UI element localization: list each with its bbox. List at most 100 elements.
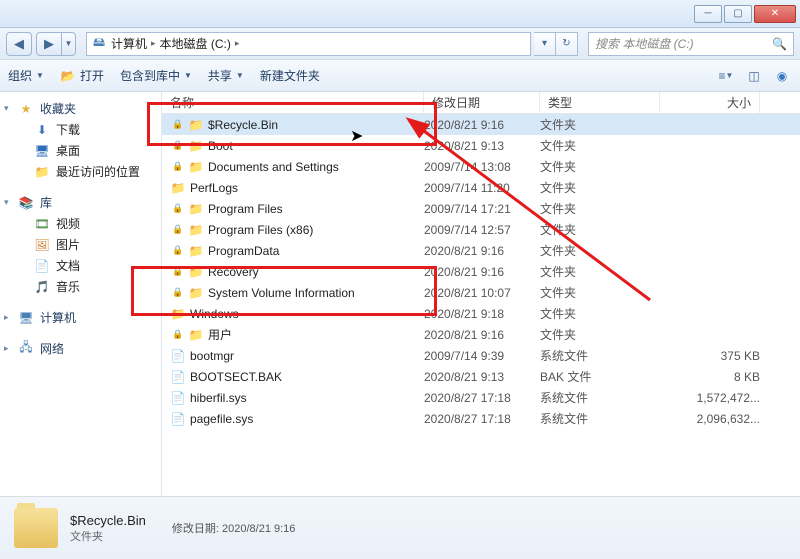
navigation-pane: ▾★收藏夹 ⬇下载 🖥桌面 📁最近访问的位置 ▾📚库 🎞视频 🖼图片 📄文档 🎵… bbox=[0, 92, 162, 496]
open-button[interactable]: 📂打开 bbox=[60, 67, 104, 84]
file-date: 2009/7/14 13:08 bbox=[424, 160, 540, 174]
lock-icon: 🔒 bbox=[170, 138, 186, 154]
sidebar-item-recent[interactable]: 📁最近访问的位置 bbox=[0, 161, 161, 182]
sidebar-item-pictures[interactable]: 🖼图片 bbox=[0, 234, 161, 255]
file-name: Recovery bbox=[208, 265, 259, 279]
sidebar-network[interactable]: ▸🖧网络 bbox=[0, 338, 161, 359]
file-date: 2020/8/21 9:13 bbox=[424, 139, 540, 153]
sidebar-item-music[interactable]: 🎵音乐 bbox=[0, 276, 161, 297]
chevron-down-icon: ▼ bbox=[236, 71, 244, 80]
table-row[interactable]: 🔒📁Program Files (x86)2009/7/14 12:57文件夹 bbox=[162, 219, 800, 240]
file-date: 2020/8/27 17:18 bbox=[424, 412, 540, 426]
file-type: 文件夹 bbox=[540, 179, 660, 196]
file-date: 2020/8/21 9:16 bbox=[424, 328, 540, 342]
search-input[interactable]: 搜索 本地磁盘 (C:) 🔍 bbox=[588, 32, 794, 56]
file-name: bootmgr bbox=[190, 349, 234, 363]
file-name: Boot bbox=[208, 139, 233, 153]
folder-icon: 📁 bbox=[188, 222, 204, 238]
sidebar-item-videos[interactable]: 🎞视频 bbox=[0, 213, 161, 234]
table-row[interactable]: 🔒📁Program Files2009/7/14 17:21文件夹 bbox=[162, 198, 800, 219]
organize-menu[interactable]: 组织▼ bbox=[8, 67, 44, 84]
table-row[interactable]: 📄bootmgr2009/7/14 9:39系统文件375 KB bbox=[162, 345, 800, 366]
table-row[interactable]: 📄BOOTSECT.BAK2020/8/21 9:13BAK 文件8 KB bbox=[162, 366, 800, 387]
file-date: 2009/7/14 9:39 bbox=[424, 349, 540, 363]
file-type: 文件夹 bbox=[540, 116, 660, 133]
table-row[interactable]: 🔒📁Recovery2020/8/21 9:16文件夹 bbox=[162, 261, 800, 282]
chevron-down-icon: ▼ bbox=[36, 71, 44, 80]
help-button[interactable]: ◉ bbox=[772, 67, 792, 85]
close-button[interactable]: ✕ bbox=[754, 5, 796, 23]
breadcrumb-segment[interactable]: 本地磁盘 (C:) bbox=[160, 35, 231, 52]
back-button[interactable]: ◀ bbox=[6, 32, 32, 56]
navigation-bar: ◀ ▶ ▼ 🖴 计算机 ▸ 本地磁盘 (C:) ▸ ▾ ↻ 搜索 本地磁盘 (C… bbox=[0, 28, 800, 60]
refresh-button[interactable]: ↻ bbox=[556, 32, 578, 56]
sidebar-item-downloads[interactable]: ⬇下载 bbox=[0, 119, 161, 140]
file-type: 文件夹 bbox=[540, 221, 660, 238]
folder-icon: 📁 bbox=[188, 159, 204, 175]
file-name: BOOTSECT.BAK bbox=[190, 370, 282, 384]
table-row[interactable]: 📄hiberfil.sys2020/8/27 17:18系统文件1,572,47… bbox=[162, 387, 800, 408]
recent-icon: 📁 bbox=[34, 165, 50, 179]
chevron-down-icon: ▼ bbox=[184, 71, 192, 80]
table-row[interactable]: 📁Windows2020/8/21 9:18文件夹 bbox=[162, 303, 800, 324]
maximize-button[interactable]: ▢ bbox=[724, 5, 752, 23]
preview-pane-button[interactable]: ◫ bbox=[744, 67, 764, 85]
file-type: 系统文件 bbox=[540, 389, 660, 406]
table-row[interactable]: 🔒📁Documents and Settings2009/7/14 13:08文… bbox=[162, 156, 800, 177]
column-name[interactable]: 名称 bbox=[162, 92, 424, 113]
file-date: 2020/8/21 9:18 bbox=[424, 307, 540, 321]
table-row[interactable]: 📄pagefile.sys2020/8/27 17:18系统文件2,096,63… bbox=[162, 408, 800, 429]
file-name: hiberfil.sys bbox=[190, 391, 247, 405]
sidebar-libraries[interactable]: ▾📚库 bbox=[0, 192, 161, 213]
address-dropdown-button[interactable]: ▾ bbox=[534, 32, 556, 56]
column-date[interactable]: 修改日期 bbox=[424, 92, 540, 113]
forward-button[interactable]: ▶ bbox=[36, 32, 62, 56]
picture-icon: 🖼 bbox=[34, 238, 50, 252]
sidebar-item-documents[interactable]: 📄文档 bbox=[0, 255, 161, 276]
file-size: 2,096,632... bbox=[660, 412, 760, 426]
download-icon: ⬇ bbox=[34, 123, 50, 137]
lock-icon: 🔒 bbox=[170, 117, 186, 133]
breadcrumb-segment[interactable]: 计算机 bbox=[111, 35, 147, 52]
file-type: 系统文件 bbox=[540, 410, 660, 427]
lock-icon: 🔒 bbox=[170, 201, 186, 217]
table-row[interactable]: 🔒📁用户2020/8/21 9:16文件夹 bbox=[162, 324, 800, 345]
column-size[interactable]: 大小 bbox=[660, 92, 760, 113]
table-row[interactable]: 🔒📁ProgramData2020/8/21 9:16文件夹 bbox=[162, 240, 800, 261]
share-menu[interactable]: 共享▼ bbox=[208, 67, 244, 84]
file-type: 文件夹 bbox=[540, 284, 660, 301]
folder-icon: 📁 bbox=[188, 264, 204, 280]
table-row[interactable]: 🔒📁$Recycle.Bin2020/8/21 9:16文件夹 bbox=[162, 114, 800, 135]
file-type: 文件夹 bbox=[540, 137, 660, 154]
file-list[interactable]: 🔒📁$Recycle.Bin2020/8/21 9:16文件夹🔒📁Boot202… bbox=[162, 114, 800, 496]
sidebar-item-desktop[interactable]: 🖥桌面 bbox=[0, 140, 161, 161]
address-bar[interactable]: 🖴 计算机 ▸ 本地磁盘 (C:) ▸ bbox=[86, 32, 531, 56]
file-date: 2009/7/14 12:57 bbox=[424, 223, 540, 237]
file-name: 用户 bbox=[208, 326, 232, 343]
file-date: 2009/7/14 11:20 bbox=[424, 181, 540, 195]
include-library-menu[interactable]: 包含到库中▼ bbox=[120, 67, 192, 84]
folder-icon: 📁 bbox=[188, 327, 204, 343]
search-placeholder: 搜索 本地磁盘 (C:) bbox=[595, 35, 766, 52]
file-name: ProgramData bbox=[208, 244, 279, 258]
music-icon: 🎵 bbox=[34, 280, 50, 294]
sidebar-favorites[interactable]: ▾★收藏夹 bbox=[0, 98, 161, 119]
desktop-icon: 🖥 bbox=[34, 144, 50, 158]
new-folder-button[interactable]: 新建文件夹 bbox=[260, 67, 320, 84]
folder-icon: 📁 bbox=[188, 117, 204, 133]
view-options-button[interactable]: ≡ ▼ bbox=[716, 67, 736, 85]
table-row[interactable]: 🔒📁System Volume Information2020/8/21 10:… bbox=[162, 282, 800, 303]
file-date: 2020/8/21 9:16 bbox=[424, 265, 540, 279]
folder-icon: 📁 bbox=[170, 180, 186, 196]
column-headers: 名称 修改日期 类型 大小 bbox=[162, 92, 800, 114]
column-type[interactable]: 类型 bbox=[540, 92, 660, 113]
document-icon: 📄 bbox=[34, 259, 50, 273]
minimize-button[interactable]: ─ bbox=[694, 5, 722, 23]
table-row[interactable]: 🔒📁Boot2020/8/21 9:13文件夹 bbox=[162, 135, 800, 156]
window-titlebar: ─ ▢ ✕ bbox=[0, 0, 800, 28]
history-dropdown[interactable]: ▼ bbox=[62, 32, 76, 56]
table-row[interactable]: 📁PerfLogs2009/7/14 11:20文件夹 bbox=[162, 177, 800, 198]
folder-icon bbox=[14, 508, 58, 548]
sidebar-computer[interactable]: ▸🖥计算机 bbox=[0, 307, 161, 328]
file-type: 文件夹 bbox=[540, 200, 660, 217]
